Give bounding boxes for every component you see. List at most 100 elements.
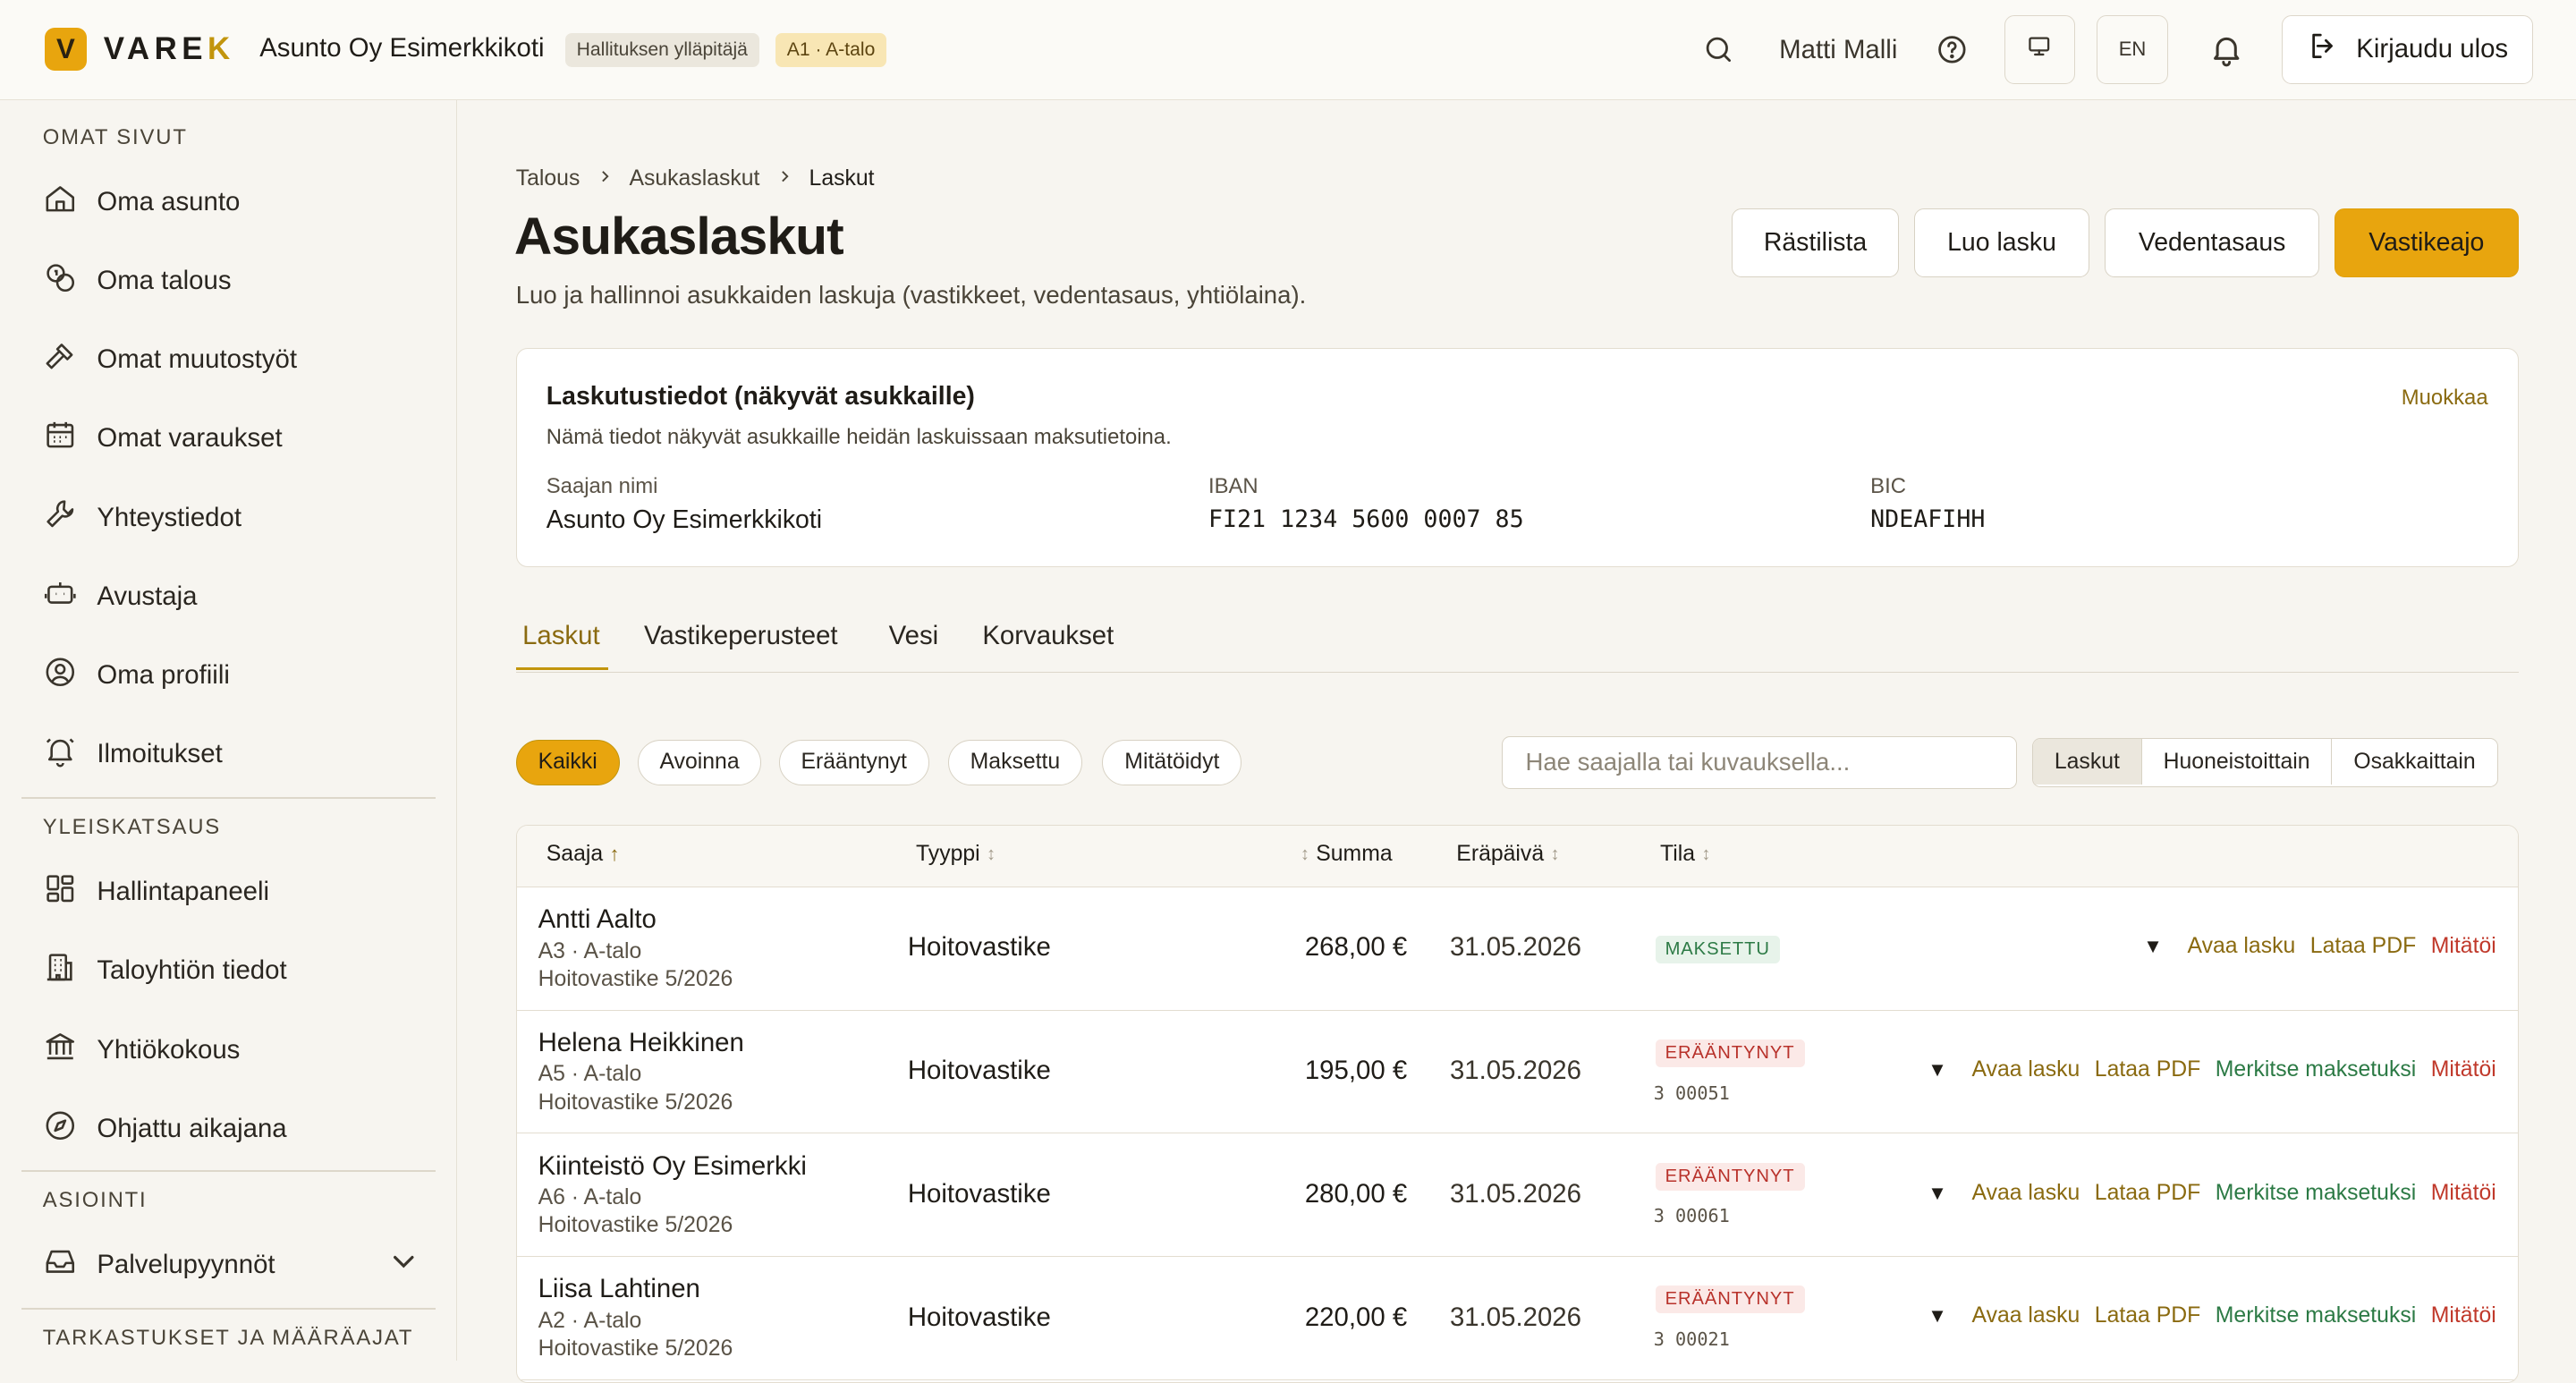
table-row[interactable]: Helena Heikkinen A5 · A-talo Hoitovastik… (516, 1010, 2518, 1134)
view-mode-by-shareholder[interactable]: Osakkaittain (2331, 738, 2496, 785)
sidebar-item-oma-asunto[interactable]: Oma asunto (43, 182, 241, 222)
tab-laskut[interactable]: Laskut (522, 621, 600, 651)
charge-run-button[interactable]: Vastikeajo (2334, 208, 2519, 278)
column-header-recipient[interactable]: Saaja ↑ (547, 842, 620, 867)
hammer-icon (43, 339, 78, 381)
column-header-due-date[interactable]: Eräpäivä ↕ (1456, 842, 1559, 867)
column-header-status[interactable]: Tila ↕ (1660, 842, 1710, 867)
table-header: Saaja ↑ Tyyppi ↕ ↕ Summa Eräpäivä ↕ Tila ↕ (516, 826, 2518, 887)
reference-number: 3 00061 (1653, 1205, 1730, 1227)
sidebar-item-yhteystiedot[interactable]: Yhteystiedot (43, 498, 242, 538)
sidebar-item-oma-talous[interactable]: Oma talous (43, 261, 232, 301)
sidebar-item-omat-muutostyot[interactable]: Omat muutostyöt (43, 340, 297, 379)
sidebar-item-label: Oma talous (97, 266, 232, 296)
sidebar-divider (21, 796, 436, 799)
user-name[interactable]: Matti Malli (1779, 35, 1897, 65)
table-row[interactable]: Kiinteistö Oy Esimerkki A6 · A-talo Hoit… (516, 1133, 2518, 1258)
void-invoice-link[interactable]: Mitätöi (2431, 934, 2496, 959)
filter-chip-paid[interactable]: Maksettu (947, 739, 1083, 785)
view-mode-invoices[interactable]: Laskut (2032, 738, 2141, 785)
sidebar-item-hallintapaneeli[interactable]: Hallintapaneeli (43, 872, 269, 912)
search-icon[interactable] (1702, 33, 1735, 73)
column-header-sum[interactable]: ↕ Summa (1301, 842, 1393, 867)
table-row[interactable]: Antti Aalto A3 · A-talo Hoitovastike 5/2… (516, 887, 2518, 1011)
column-header-type[interactable]: Tyyppi ↕ (916, 842, 996, 867)
create-invoice-button[interactable]: Luo lasku (1913, 208, 2090, 278)
download-pdf-link[interactable]: Lataa PDF (2095, 1303, 2200, 1328)
void-invoice-link[interactable]: Mitätöi (2431, 1303, 2496, 1328)
sidebar-item-yhtiokokous[interactable]: Yhtiökokous (43, 1031, 241, 1070)
expand-triangle-icon[interactable]: ▼ (1928, 1182, 1947, 1205)
status-badge: ERÄÄNTYNYT (1655, 1039, 1805, 1067)
sidebar-item-oma-profiili[interactable]: Oma profiili (43, 656, 230, 695)
monitor-icon (2027, 34, 2052, 64)
expand-triangle-icon[interactable]: ▼ (1928, 1058, 1947, 1082)
recipient-unit: A2 · A-talo (538, 1308, 642, 1333)
arrears-list-button[interactable]: Rästilista (1731, 208, 1900, 278)
void-invoice-link[interactable]: Mitätöi (2431, 1181, 2496, 1206)
wrench-icon (43, 496, 78, 539)
expand-triangle-icon[interactable]: ▼ (1928, 1304, 1947, 1328)
sidebar-item-label: Yhtiökokous (97, 1034, 241, 1065)
open-invoice-link[interactable]: Avaa lasku (2187, 934, 2295, 959)
mark-paid-link[interactable]: Merkitse maksetuksi (2216, 1057, 2416, 1082)
view-mode-by-apartment[interactable]: Huoneistoittain (2140, 738, 2332, 785)
sidebar-item-label: Oma asunto (97, 186, 241, 216)
inbox-icon (43, 1244, 78, 1286)
sidebar-item-label: Yhteystiedot (97, 502, 242, 532)
sort-icon: ↕ (1550, 844, 1560, 864)
breadcrumb-item[interactable]: Asukaslaskut (629, 166, 759, 191)
sidebar-item-avustaja[interactable]: Avustaja (43, 577, 197, 616)
filter-chip-overdue[interactable]: Erääntynyt (778, 739, 929, 785)
invoice-search-input[interactable] (1501, 735, 2018, 789)
invoice-table: Saaja ↑ Tyyppi ↕ ↕ Summa Eräpäivä ↕ Tila ↕ An… (515, 825, 2519, 1383)
expand-triangle-icon[interactable]: ▼ (2143, 935, 2163, 958)
sidebar-item-ohjattu-aikajana[interactable]: Ohjattu aikajana (43, 1109, 287, 1149)
tab-vesi[interactable]: Vesi (889, 621, 939, 651)
filter-chip-voided[interactable]: Mitätöidyt (1102, 739, 1242, 785)
invoice-due-date: 31.05.2026 (1449, 1178, 1581, 1209)
invoice-sum: 268,00 € (1304, 932, 1408, 963)
chevron-right-icon (776, 166, 792, 191)
sidebar-item-label: Hallintapaneeli (97, 877, 270, 907)
download-pdf-link[interactable]: Lataa PDF (2095, 1181, 2200, 1206)
column-header-label: Summa (1316, 842, 1393, 867)
open-invoice-link[interactable]: Avaa lasku (1972, 1057, 2080, 1082)
notifications-bell-icon[interactable] (2208, 31, 2244, 74)
invoice-description: Hoitovastike 5/2026 (538, 1213, 733, 1238)
water-balancing-button[interactable]: Vedentasaus (2104, 208, 2320, 278)
tab-vastikeperusteet[interactable]: Vastikeperusteet (644, 621, 838, 651)
logout-button[interactable]: Kirjaudu ulos (2282, 14, 2534, 84)
edit-link[interactable]: Muokkaa (2402, 386, 2488, 411)
sidebar-item-label: Ilmoitukset (97, 739, 223, 769)
filter-chip-all[interactable]: Kaikki (515, 739, 620, 785)
logo[interactable]: V VAREK (44, 28, 235, 71)
tab-korvaukset[interactable]: Korvaukset (982, 621, 1114, 651)
building-icon (43, 950, 78, 992)
breadcrumb-item[interactable]: Talous (516, 166, 580, 191)
void-invoice-link[interactable]: Mitätöi (2431, 1057, 2496, 1082)
sort-icon: ↕ (987, 844, 996, 864)
download-pdf-link[interactable]: Lataa PDF (2310, 934, 2416, 959)
mark-paid-link[interactable]: Merkitse maksetuksi (2216, 1181, 2416, 1206)
download-pdf-link[interactable]: Lataa PDF (2095, 1057, 2200, 1082)
invoice-sum: 195,00 € (1304, 1056, 1408, 1086)
language-button[interactable]: EN (2096, 14, 2169, 84)
mark-paid-link[interactable]: Merkitse maksetuksi (2216, 1303, 2416, 1328)
open-invoice-link[interactable]: Avaa lasku (1972, 1303, 2080, 1328)
table-row[interactable]: Liisa Lahtinen A2 · A-talo Hoitovastike … (516, 1256, 2518, 1380)
chevron-down-icon[interactable] (386, 1244, 421, 1286)
display-mode-button[interactable] (2004, 14, 2075, 84)
sidebar: OMAT SIVUT Oma asunto Oma talous Omat mu… (0, 100, 457, 1361)
sidebar-item-label: Taloyhtiön tiedot (97, 955, 287, 986)
column-header-label: Tyyppi (916, 842, 980, 867)
sidebar-item-ilmoitukset[interactable]: Ilmoitukset (43, 734, 223, 774)
sidebar-item-taloyhtion-tiedot[interactable]: Taloyhtiön tiedot (43, 951, 287, 990)
coins-icon (43, 260, 78, 302)
logo-mark: V (44, 28, 88, 71)
sidebar-item-omat-varaukset[interactable]: Omat varaukset (43, 419, 283, 458)
filter-chip-open[interactable]: Avoinna (637, 739, 762, 785)
sidebar-item-palvelupyynnot[interactable]: Palvelupyynnöt (43, 1245, 420, 1285)
open-invoice-link[interactable]: Avaa lasku (1972, 1181, 2080, 1206)
help-icon[interactable] (1936, 33, 1969, 73)
